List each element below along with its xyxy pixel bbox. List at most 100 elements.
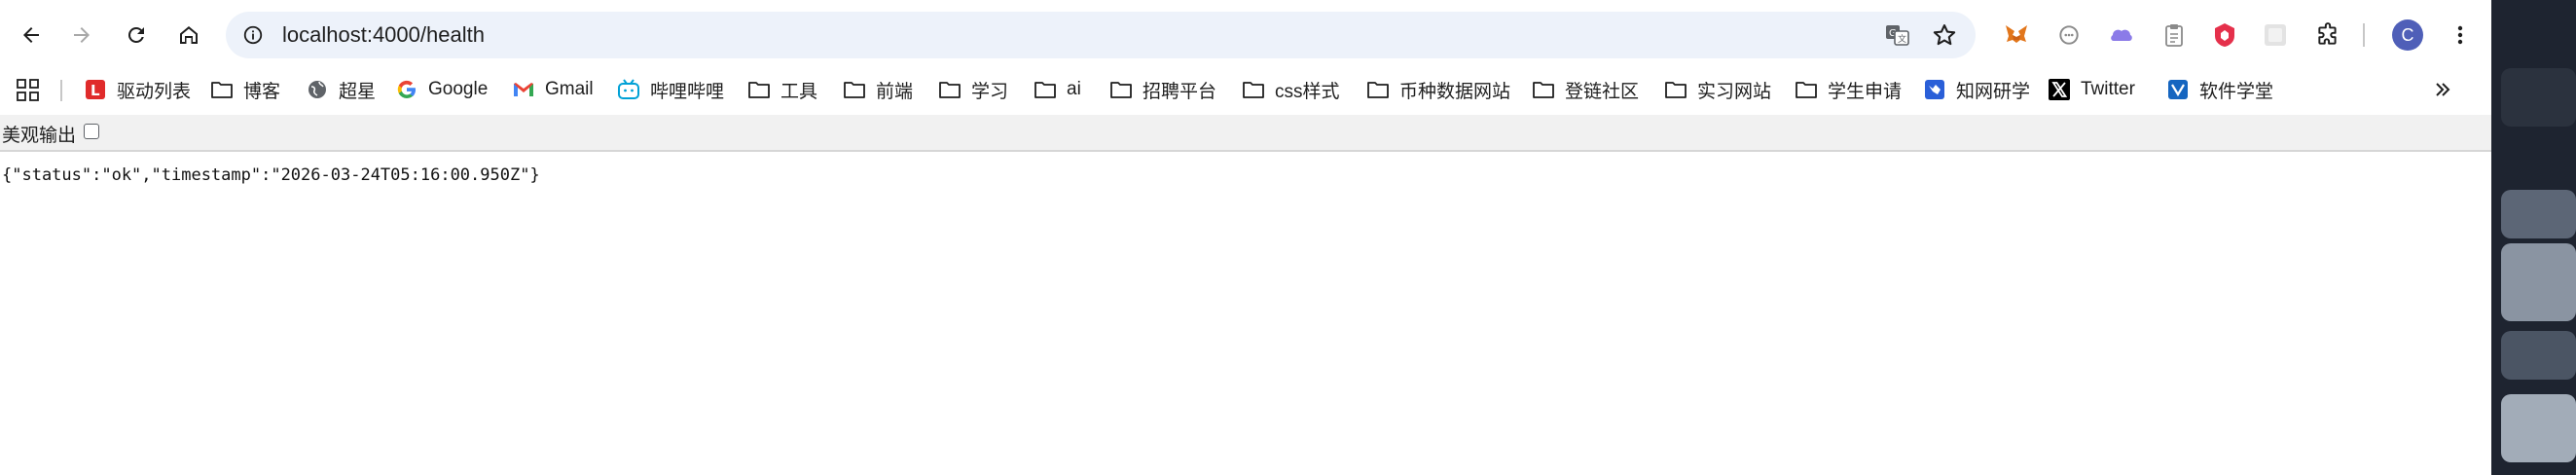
- metamask-fox-icon[interactable]: [2001, 19, 2032, 51]
- clipboard-icon[interactable]: [2159, 19, 2190, 51]
- bookmark-label: Google: [428, 79, 489, 99]
- apps-grid-icon[interactable]: [16, 78, 41, 103]
- bookmark-label: 软件学堂: [2199, 81, 2274, 102]
- folder-icon: [1532, 78, 1555, 101]
- bookmark-label: 驱动列表: [117, 81, 192, 102]
- folder-icon: [843, 78, 866, 101]
- reload-icon: [127, 26, 144, 43]
- kebab-menu-icon: [2457, 25, 2463, 45]
- bookmark-folder[interactable]: 币种数据网站: [1366, 74, 1510, 105]
- bookmark-item[interactable]: Google: [395, 74, 488, 105]
- desktop-shape: [2501, 243, 2576, 321]
- bookmark-folder[interactable]: ai: [1034, 74, 1081, 105]
- bookmark-item[interactable]: 超星: [306, 74, 376, 105]
- folder-icon: [1795, 78, 1818, 101]
- profile-avatar[interactable]: C: [2392, 19, 2423, 51]
- bookmark-label: 博客: [243, 81, 281, 102]
- pretty-print-bar: 美观输出: [0, 115, 2491, 152]
- bookmark-item[interactable]: L 驱动列表: [84, 74, 191, 105]
- extensions-puzzle-icon[interactable]: [2312, 19, 2343, 51]
- software-icon: [2166, 78, 2190, 101]
- site-info-button[interactable]: [239, 21, 267, 49]
- desktop-shape: [2501, 190, 2576, 238]
- home-icon: [180, 26, 198, 44]
- back-button[interactable]: [12, 16, 51, 55]
- x-icon: [2048, 78, 2071, 101]
- bookmark-label: 超星: [339, 81, 377, 102]
- pretty-print-label: 美观输出: [2, 126, 77, 146]
- bilibili-icon: [617, 78, 640, 101]
- bookmark-folder[interactable]: 学生申请: [1795, 74, 1902, 105]
- bookmark-label: 实习网站: [1697, 81, 1772, 102]
- folder-icon: [210, 78, 234, 101]
- browser-window: localhost:4000/health G文 C L 驱动列表 博客 超星 …: [0, 0, 2491, 475]
- bookmark-folder[interactable]: css样式: [1242, 74, 1340, 105]
- folder-icon: [747, 78, 771, 101]
- bookmark-folder[interactable]: 学习: [938, 74, 1008, 105]
- svg-text:文: 文: [1898, 33, 1906, 45]
- arrow-right-icon: [74, 27, 90, 43]
- chat-icon[interactable]: [2053, 19, 2085, 51]
- bookmarks-separator: [60, 80, 62, 101]
- arrow-left-icon: [23, 27, 39, 43]
- bookmark-folder[interactable]: 博客: [210, 74, 280, 105]
- bookmark-label: 学生申请: [1828, 81, 1903, 102]
- folder-icon: [1366, 78, 1390, 101]
- desktop-shape: [2501, 68, 2576, 127]
- folder-icon: [1109, 78, 1133, 101]
- bookmark-item[interactable]: Gmail: [512, 74, 594, 105]
- translate-icon[interactable]: G文: [1884, 21, 1911, 49]
- bookmark-item[interactable]: 知网研学: [1923, 74, 2030, 105]
- desktop-shape: [2501, 394, 2576, 462]
- toolbar-divider: [2363, 23, 2365, 47]
- forward-button[interactable]: [62, 16, 101, 55]
- bookmark-item[interactable]: 软件学堂: [2166, 74, 2273, 105]
- desktop-shape: [2501, 331, 2576, 380]
- bookmark-item[interactable]: 哔哩哔哩: [617, 74, 724, 105]
- bookmark-label: 工具: [780, 81, 818, 102]
- gmail-icon: [512, 78, 535, 101]
- bookmark-label: 哔哩哔哩: [650, 81, 725, 102]
- url-text[interactable]: localhost:4000/health: [282, 12, 485, 58]
- bookmark-label: 知网研学: [1956, 81, 2031, 102]
- bookmark-label: ai: [1067, 79, 1081, 99]
- more-menu-button[interactable]: [2445, 19, 2476, 51]
- globe-icon: [306, 78, 329, 101]
- red-l-icon: L: [84, 78, 107, 101]
- folder-icon: [1242, 78, 1265, 101]
- bookmark-label: css样式: [1275, 81, 1340, 102]
- bookmarks-bar: L 驱动列表 博客 超星 Google Gmail 哔哩哔哩 工具 前端 学习 …: [0, 70, 2491, 109]
- extension-gray-icon[interactable]: [2260, 19, 2291, 51]
- bookmark-item[interactable]: Twitter: [2048, 74, 2135, 105]
- bookmark-folder[interactable]: 实习网站: [1664, 74, 1771, 105]
- bookmark-label: 登链社区: [1565, 81, 1640, 102]
- bookmark-label: 招聘平台: [1143, 81, 1217, 102]
- bookmark-folder[interactable]: 登链社区: [1532, 74, 1639, 105]
- folder-icon: [938, 78, 961, 101]
- shield-icon[interactable]: [2209, 19, 2240, 51]
- bookmark-star-icon[interactable]: [1931, 21, 1958, 49]
- google-icon: [395, 78, 418, 101]
- home-button[interactable]: [169, 16, 208, 55]
- bookmarks-overflow-button[interactable]: [2427, 74, 2458, 105]
- cnki-icon: [1923, 78, 1946, 101]
- double-chevron-right-icon: [2436, 83, 2450, 96]
- svg-text:L: L: [91, 82, 100, 99]
- bookmark-label: Twitter: [2081, 79, 2135, 99]
- bookmark-label: 币种数据网站: [1399, 81, 1511, 102]
- bookmark-folder[interactable]: 工具: [747, 74, 817, 105]
- bookmark-label: 学习: [971, 81, 1009, 102]
- bookmark-label: 前端: [876, 81, 914, 102]
- bookmark-label: Gmail: [545, 79, 594, 99]
- folder-icon: [1664, 78, 1687, 101]
- cloud-icon[interactable]: [2106, 19, 2137, 51]
- bookmark-folder[interactable]: 前端: [843, 74, 913, 105]
- browser-toolbar: localhost:4000/health G文 C: [0, 0, 2491, 70]
- folder-icon: [1034, 78, 1057, 101]
- info-icon: [243, 25, 263, 45]
- desktop-background: [2491, 0, 2576, 475]
- address-bar[interactable]: localhost:4000/health G文: [226, 12, 1976, 58]
- bookmark-folder[interactable]: 招聘平台: [1109, 74, 1216, 105]
- reload-button[interactable]: [117, 16, 156, 55]
- pretty-print-checkbox[interactable]: [84, 124, 99, 139]
